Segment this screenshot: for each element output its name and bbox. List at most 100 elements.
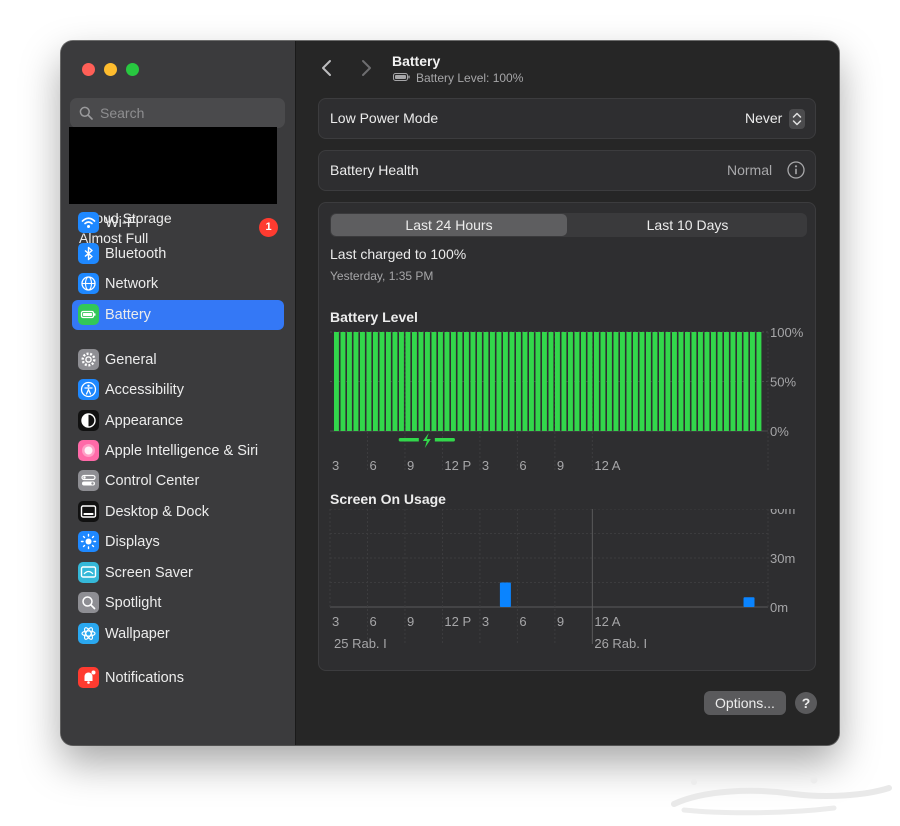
sidebar-item-appearance[interactable]: Appearance bbox=[72, 406, 284, 436]
battery-bar bbox=[366, 332, 372, 431]
tab-last-10-days[interactable]: Last 10 Days bbox=[569, 214, 806, 236]
sidebar-item-wallpaper[interactable]: Wallpaper bbox=[72, 619, 284, 649]
account-avatar-redacted[interactable] bbox=[69, 127, 277, 204]
up-down-chevron-icon bbox=[792, 112, 802, 126]
sidebar-item-displays[interactable]: Displays bbox=[72, 527, 284, 557]
displays-icon bbox=[78, 531, 99, 552]
battery-bar bbox=[412, 332, 417, 431]
screen-saver-icon bbox=[78, 562, 99, 583]
x-tick-label: 12 P bbox=[444, 614, 471, 629]
battery-bar bbox=[743, 332, 749, 431]
battery-bar bbox=[633, 332, 638, 431]
battery-bar bbox=[548, 332, 554, 431]
back-button[interactable] bbox=[316, 57, 338, 79]
sidebar-item-notifications[interactable]: Notifications bbox=[72, 663, 284, 693]
battery-bar bbox=[698, 332, 703, 431]
sidebar-item-network[interactable]: Network bbox=[72, 269, 284, 299]
sidebar-item-label: Wi-Fi bbox=[105, 215, 139, 231]
x-tick-label: 9 bbox=[407, 614, 414, 629]
battery-bar bbox=[392, 332, 398, 431]
screen-usage-chart-title: Screen On Usage bbox=[330, 491, 446, 507]
battery-bar bbox=[340, 332, 346, 431]
search-input[interactable] bbox=[100, 98, 270, 128]
sidebar-item-wi-fi[interactable]: Wi-Fi bbox=[72, 208, 284, 238]
sidebar-item-label: Bluetooth bbox=[105, 246, 167, 262]
control-center-icon bbox=[78, 470, 99, 491]
info-icon[interactable] bbox=[787, 161, 805, 179]
battery-bar bbox=[535, 332, 541, 431]
options-button[interactable]: Options... bbox=[704, 691, 786, 715]
search-field[interactable] bbox=[70, 98, 285, 128]
close-window-button[interactable] bbox=[82, 63, 95, 76]
watermark-logo bbox=[671, 776, 892, 816]
battery-bar bbox=[691, 332, 697, 431]
low-power-mode-label: Low Power Mode bbox=[330, 110, 439, 126]
battery-pane: Battery Battery Level: 100% Low Power Mo… bbox=[296, 41, 839, 745]
battery-bar bbox=[483, 332, 489, 431]
battery-bar bbox=[386, 332, 391, 431]
page-subtitle: Battery Level: 100% bbox=[416, 71, 524, 85]
battery-bar bbox=[672, 332, 677, 431]
battery-bar bbox=[587, 332, 593, 431]
battery-bar bbox=[360, 332, 365, 431]
low-power-mode-select[interactable] bbox=[789, 109, 805, 129]
sidebar-item-accessibility[interactable]: Accessibility bbox=[72, 375, 284, 405]
time-range-segmented-control[interactable]: Last 24 Hours Last 10 Days bbox=[330, 213, 807, 237]
battery-bar bbox=[353, 332, 359, 431]
chevron-right-icon bbox=[362, 60, 371, 76]
x-tick-label: 12 P bbox=[444, 458, 471, 473]
sidebar-item-spotlight[interactable]: Spotlight bbox=[72, 588, 284, 618]
y-tick-label: 100% bbox=[770, 327, 804, 340]
battery-bar bbox=[444, 332, 450, 431]
sidebar-item-label: Desktop & Dock bbox=[105, 504, 209, 520]
battery-bar bbox=[522, 332, 528, 431]
x-tick-label: 12 A bbox=[594, 614, 620, 629]
zoom-window-button[interactable] bbox=[126, 63, 139, 76]
wallpaper-icon bbox=[78, 623, 99, 644]
x-tick-label: 12 A bbox=[594, 458, 620, 473]
battery-bar bbox=[594, 332, 599, 431]
battery-bar bbox=[704, 332, 710, 431]
globe-icon bbox=[78, 273, 99, 294]
low-power-mode-value[interactable]: Never bbox=[745, 110, 782, 126]
search-icon bbox=[79, 106, 93, 120]
y-tick-label: 50% bbox=[770, 375, 796, 390]
forward-button[interactable] bbox=[355, 57, 377, 79]
battery-bar bbox=[750, 332, 755, 431]
sidebar-item-label: Spotlight bbox=[105, 595, 162, 611]
battery-bar bbox=[724, 332, 729, 431]
battery-health-label: Battery Health bbox=[330, 162, 419, 178]
sidebar-item-label: Battery bbox=[105, 307, 151, 323]
last-charged-time: Yesterday, 1:35 PM bbox=[330, 269, 434, 283]
sidebar-item-bluetooth[interactable]: Bluetooth bbox=[72, 239, 284, 269]
spotlight-icon bbox=[78, 592, 99, 613]
battery-bar bbox=[730, 332, 736, 431]
battery-bar bbox=[620, 332, 625, 431]
tab-last-24-hours[interactable]: Last 24 Hours bbox=[331, 214, 567, 236]
sidebar-item-label: Network bbox=[105, 276, 159, 292]
battery-bar bbox=[542, 332, 547, 431]
battery-bar bbox=[711, 332, 716, 431]
battery-bar bbox=[561, 332, 567, 431]
sidebar-item-control-center[interactable]: Control Center bbox=[72, 466, 284, 496]
sidebar-item-general[interactable]: General bbox=[72, 345, 284, 375]
page-title: Battery bbox=[392, 53, 441, 69]
battery-bar bbox=[516, 332, 521, 431]
battery-bar bbox=[678, 332, 684, 431]
sidebar-item-apple-intelligence-siri[interactable]: Apple Intelligence & Siri bbox=[72, 436, 284, 466]
date-label: 25 Rab. I bbox=[334, 636, 387, 651]
sidebar-item-desktop-dock[interactable]: Desktop & Dock bbox=[72, 497, 284, 527]
bluetooth-icon bbox=[78, 243, 99, 264]
sidebar-item-label: General bbox=[105, 352, 157, 368]
battery-bar bbox=[574, 332, 580, 431]
battery-bar bbox=[659, 332, 664, 431]
x-tick-label: 9 bbox=[557, 614, 564, 629]
battery-bar bbox=[613, 332, 619, 431]
sidebar-item-screen-saver[interactable]: Screen Saver bbox=[72, 558, 284, 588]
battery-bar bbox=[581, 332, 586, 431]
minimize-window-button[interactable] bbox=[104, 63, 117, 76]
sidebar-item-battery[interactable]: Battery bbox=[72, 300, 284, 330]
x-tick-label: 9 bbox=[557, 458, 564, 473]
sidebar-item-label: Screen Saver bbox=[105, 565, 193, 581]
help-button[interactable]: ? bbox=[795, 692, 817, 714]
